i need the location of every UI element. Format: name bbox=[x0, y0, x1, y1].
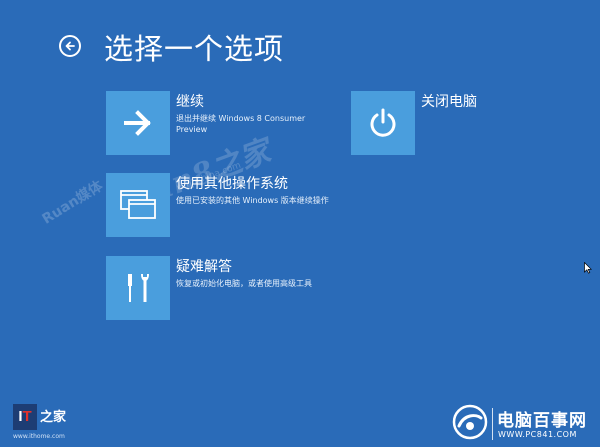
option-continue-title: 继续 bbox=[176, 94, 204, 110]
power-icon bbox=[370, 108, 396, 137]
ithome-logo-url: www.ithome.com bbox=[13, 433, 65, 440]
page-title: 选择一个选项 bbox=[104, 32, 285, 66]
option-troubleshoot-tile[interactable] bbox=[106, 256, 170, 320]
option-continue-description: 退出并继续 Windows 8 Consumer Preview bbox=[176, 114, 306, 134]
option-use-other-os-description: 使用已安装的其他 Windows 版本继续操作 bbox=[176, 196, 329, 205]
option-shutdown-title: 关闭电脑 bbox=[421, 94, 477, 110]
option-use-other-os-title: 使用其他操作系统 bbox=[176, 176, 288, 192]
pc841-logo-url: WWW.PC841.COM bbox=[498, 430, 577, 439]
option-shutdown-tile[interactable] bbox=[351, 91, 415, 155]
pc841-logo: 电脑百事网 WWW.PC841.COM bbox=[450, 404, 600, 447]
watermark-ruanmei: Ruan媒体 bbox=[39, 178, 106, 228]
tools-icon bbox=[128, 274, 149, 302]
option-troubleshoot-title: 疑难解答 bbox=[176, 259, 232, 275]
option-continue[interactable]: 继续 退出并继续 Windows 8 Consumer Preview bbox=[106, 91, 346, 157]
option-use-other-os-tile[interactable] bbox=[106, 173, 170, 237]
ithome-logo-name: 之家 bbox=[40, 410, 67, 425]
mouse-pointer-icon bbox=[584, 262, 592, 274]
option-shutdown[interactable]: 关闭电脑 bbox=[351, 91, 511, 157]
ithome-logo: IT 之家 www.ithome.com bbox=[13, 404, 73, 444]
ithome-logo-badge: IT bbox=[13, 404, 37, 430]
option-troubleshoot[interactable]: 疑难解答 恢复或初始化电脑，或者使用高级工具 bbox=[106, 256, 346, 322]
windows-stack-icon bbox=[120, 190, 156, 219]
pc841-logo-divider bbox=[492, 408, 493, 440]
back-arrow-icon bbox=[65, 41, 75, 51]
option-troubleshoot-description: 恢复或初始化电脑，或者使用高级工具 bbox=[176, 279, 312, 288]
option-continue-tile[interactable] bbox=[106, 91, 170, 155]
pc841-logo-name: 电脑百事网 bbox=[497, 411, 587, 431]
advanced-boot-screen: 选择一个选项 Win8之家 win8china.com Ruan媒体 继续 退出… bbox=[0, 0, 600, 447]
pc841-emblem-icon bbox=[452, 404, 488, 440]
ithome-logo-letter-t: T bbox=[22, 408, 32, 425]
back-button[interactable] bbox=[59, 35, 81, 57]
arrow-right-icon bbox=[124, 110, 151, 136]
option-use-other-os[interactable]: 使用其他操作系统 使用已安装的其他 Windows 版本继续操作 bbox=[106, 173, 346, 239]
